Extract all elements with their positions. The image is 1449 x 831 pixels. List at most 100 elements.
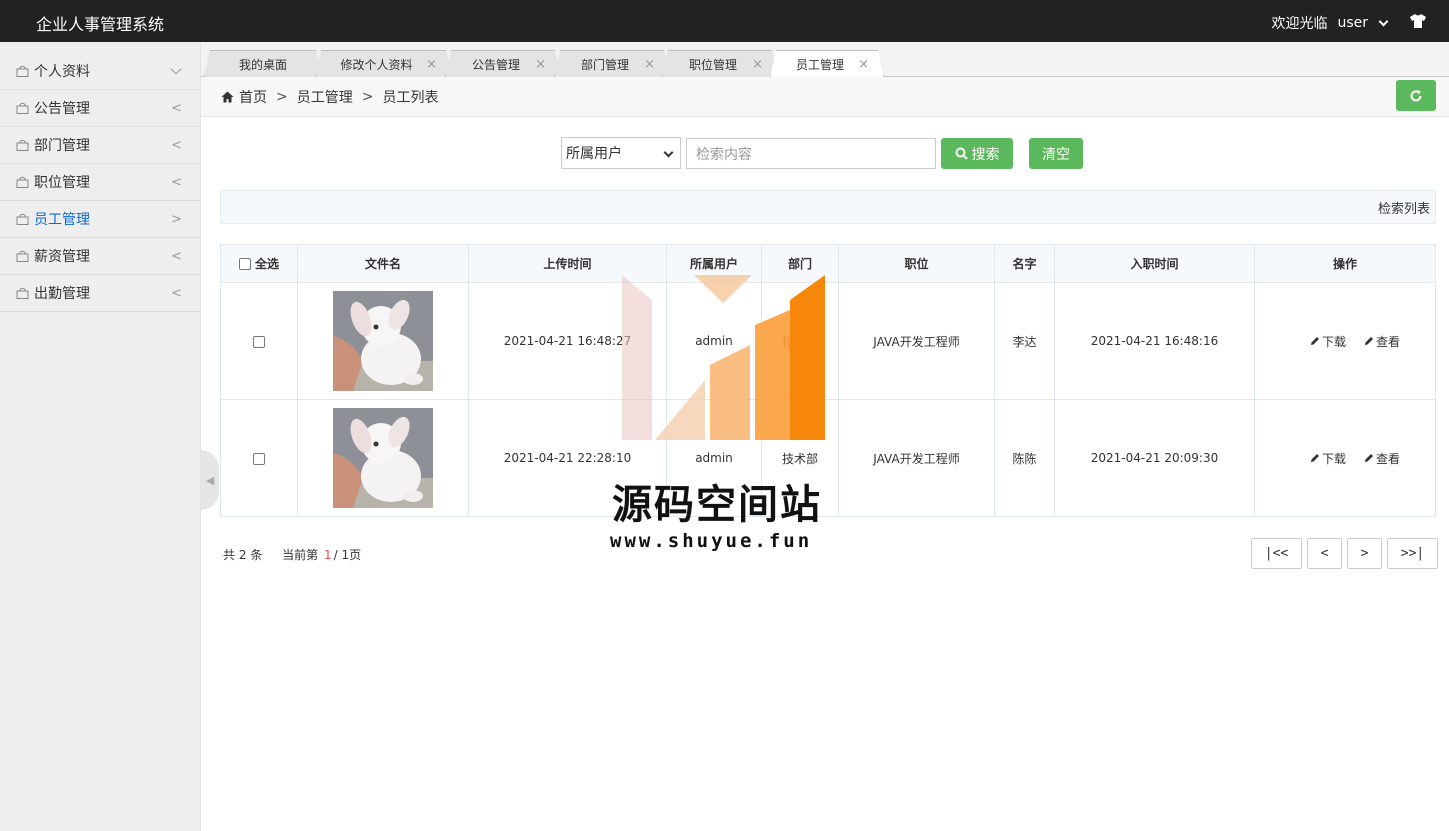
user-menu[interactable]: 欢迎光临 user <box>1271 13 1389 33</box>
sidebar-item-position[interactable]: 职位管理 < <box>0 164 200 201</box>
tshirt-icon[interactable] <box>1409 13 1427 29</box>
chevron-left-icon: < <box>171 174 182 190</box>
sidebar-item-notice[interactable]: 公告管理 < <box>0 90 200 127</box>
column-header: 名字 <box>994 244 1055 283</box>
sidebar-item-attendance[interactable]: 出勤管理 < <box>0 275 200 312</box>
breadcrumb-home[interactable]: 首页 <box>239 87 267 107</box>
sidebar-item-department[interactable]: 部门管理 < <box>0 127 200 164</box>
row-checkbox[interactable] <box>253 335 265 348</box>
table-header-row: 全选 文件名 上传时间 所属用户 部门 职位 名字 入职时间 操作 <box>220 244 1436 283</box>
view-link[interactable]: 查看 <box>1364 450 1400 467</box>
chevron-down-icon[interactable] <box>1378 16 1389 26</box>
row-actions: 下载 查看 <box>1255 333 1435 350</box>
tab-label: 修改个人资料 <box>340 57 413 72</box>
sidebar-collapse-handle[interactable]: ◀ <box>201 450 219 510</box>
home-icon <box>221 91 234 102</box>
sidebar-item-employee[interactable]: 员工管理 > <box>0 201 200 238</box>
search-field-select[interactable]: 所属用户 <box>561 137 681 169</box>
column-header: 上传时间 <box>468 244 667 283</box>
tab-label: 员工管理 <box>795 58 844 72</box>
hire-time-cell: 2021-04-21 16:48:16 <box>1054 282 1255 400</box>
total-suffix: 条 <box>250 548 263 562</box>
search-button[interactable]: 搜索 <box>941 138 1013 169</box>
tab-position[interactable]: 职位管理 × <box>662 50 778 77</box>
rabbit-thumbnail-image[interactable] <box>333 291 433 391</box>
user-cell: admin <box>666 282 762 400</box>
employee-table: 全选 文件名 上传时间 所属用户 部门 职位 名字 入职时间 操作 2021-0… <box>220 244 1436 517</box>
search-placeholder: 检索内容 <box>696 146 752 163</box>
sidebar-item-profile[interactable]: 个人资料 <box>0 42 200 90</box>
download-label: 下载 <box>1321 451 1346 466</box>
current-page: 1 <box>324 548 332 562</box>
chevron-right-icon: > <box>171 211 182 227</box>
refresh-icon <box>1410 89 1422 101</box>
tab-desktop[interactable]: 我的桌面 <box>204 50 322 77</box>
pencil-icon <box>1365 454 1373 462</box>
tab-notice[interactable]: 公告管理 × <box>445 50 561 77</box>
download-link[interactable]: 下载 <box>1310 450 1346 467</box>
table-row: 2021-04-21 16:48:27 admin 技术部 JAVA开发工程师 … <box>220 282 1436 400</box>
select-all-header[interactable]: 全选 <box>220 244 298 283</box>
sidebar-item-label: 个人资料 <box>34 63 90 80</box>
rabbit-thumbnail-image[interactable] <box>333 408 433 508</box>
breadcrumb-separator: > <box>276 88 288 105</box>
prev-page-button[interactable]: < <box>1307 538 1342 569</box>
tab-department[interactable]: 部门管理 × <box>554 50 670 77</box>
sidebar-item-label: 部门管理 <box>34 138 90 154</box>
view-link[interactable]: 查看 <box>1364 333 1400 350</box>
sidebar-item-label: 公告管理 <box>34 101 90 117</box>
breadcrumb: 首页 > 员工管理 > 员工列表 <box>201 77 1449 117</box>
row-actions: 下载 查看 <box>1255 450 1435 467</box>
current-prefix: 当前第 <box>282 548 319 562</box>
last-page-button[interactable]: >>| <box>1387 538 1438 569</box>
download-label: 下载 <box>1321 334 1346 349</box>
pager-info: 共 2 条 当前第 1/ 1页 <box>223 546 361 563</box>
download-link[interactable]: 下载 <box>1310 333 1346 350</box>
total-count: 2 <box>238 548 247 562</box>
chevron-left-icon: < <box>171 248 182 264</box>
file-cell <box>297 399 469 517</box>
watermark-text: 源码空间站 <box>612 482 822 528</box>
username[interactable]: user <box>1337 15 1368 31</box>
tab-edit-profile[interactable]: 修改个人资料 × <box>315 50 452 77</box>
close-icon[interactable]: × <box>426 57 437 72</box>
tab-label: 公告管理 <box>471 57 520 72</box>
close-icon[interactable]: × <box>535 57 546 72</box>
sidebar: 个人资料 公告管理 < 部门管理 < 职位管理 < 员工管理 > 薪资管理 < … <box>0 42 201 831</box>
bag-icon <box>16 213 29 225</box>
first-page-button[interactable]: |<< <box>1251 538 1302 569</box>
sidebar-item-label: 薪资管理 <box>34 249 90 265</box>
watermark-url: www.shuyue.fun <box>610 530 813 552</box>
search-icon <box>955 147 968 160</box>
search-button-label: 搜索 <box>971 146 1000 163</box>
next-page-button[interactable]: > <box>1347 538 1382 569</box>
search-input[interactable]: 检索内容 <box>686 138 936 169</box>
row-checkbox[interactable] <box>253 452 265 465</box>
tab-employee[interactable]: 员工管理 × <box>770 50 884 78</box>
refresh-button[interactable] <box>1396 80 1436 111</box>
column-header: 操作 <box>1254 244 1436 283</box>
column-header: 入职时间 <box>1054 244 1255 283</box>
close-icon[interactable]: × <box>644 57 655 72</box>
clear-button[interactable]: 清空 <box>1029 138 1083 169</box>
row-select-cell <box>220 399 298 517</box>
name-cell: 陈陈 <box>994 399 1055 517</box>
dept-cell: 技术部 <box>761 282 839 400</box>
close-icon[interactable]: × <box>858 57 869 72</box>
view-label: 查看 <box>1376 451 1401 466</box>
column-header: 文件名 <box>297 244 469 283</box>
sidebar-item-salary[interactable]: 薪资管理 < <box>0 238 200 275</box>
panel-title: 检索列表 <box>1377 201 1430 217</box>
search-bar: 所属用户 检索内容 搜索 清空 <box>561 137 1083 170</box>
select-all-checkbox[interactable] <box>238 257 251 270</box>
clear-button-label: 清空 <box>1042 146 1070 163</box>
name-cell: 李达 <box>994 282 1055 400</box>
select-all-label: 全选 <box>254 257 279 271</box>
sidebar-item-label: 出勤管理 <box>34 286 90 302</box>
app-title: 企业人事管理系统 <box>36 15 165 34</box>
tab-bar: 我的桌面 修改个人资料 × 公告管理 × 部门管理 × 职位管理 × 员工管理 … <box>201 42 1449 77</box>
breadcrumb-employee[interactable]: 员工管理 <box>297 87 353 107</box>
close-icon[interactable]: × <box>752 57 763 72</box>
bag-icon <box>16 250 29 262</box>
position-cell: JAVA开发工程师 <box>838 282 995 400</box>
